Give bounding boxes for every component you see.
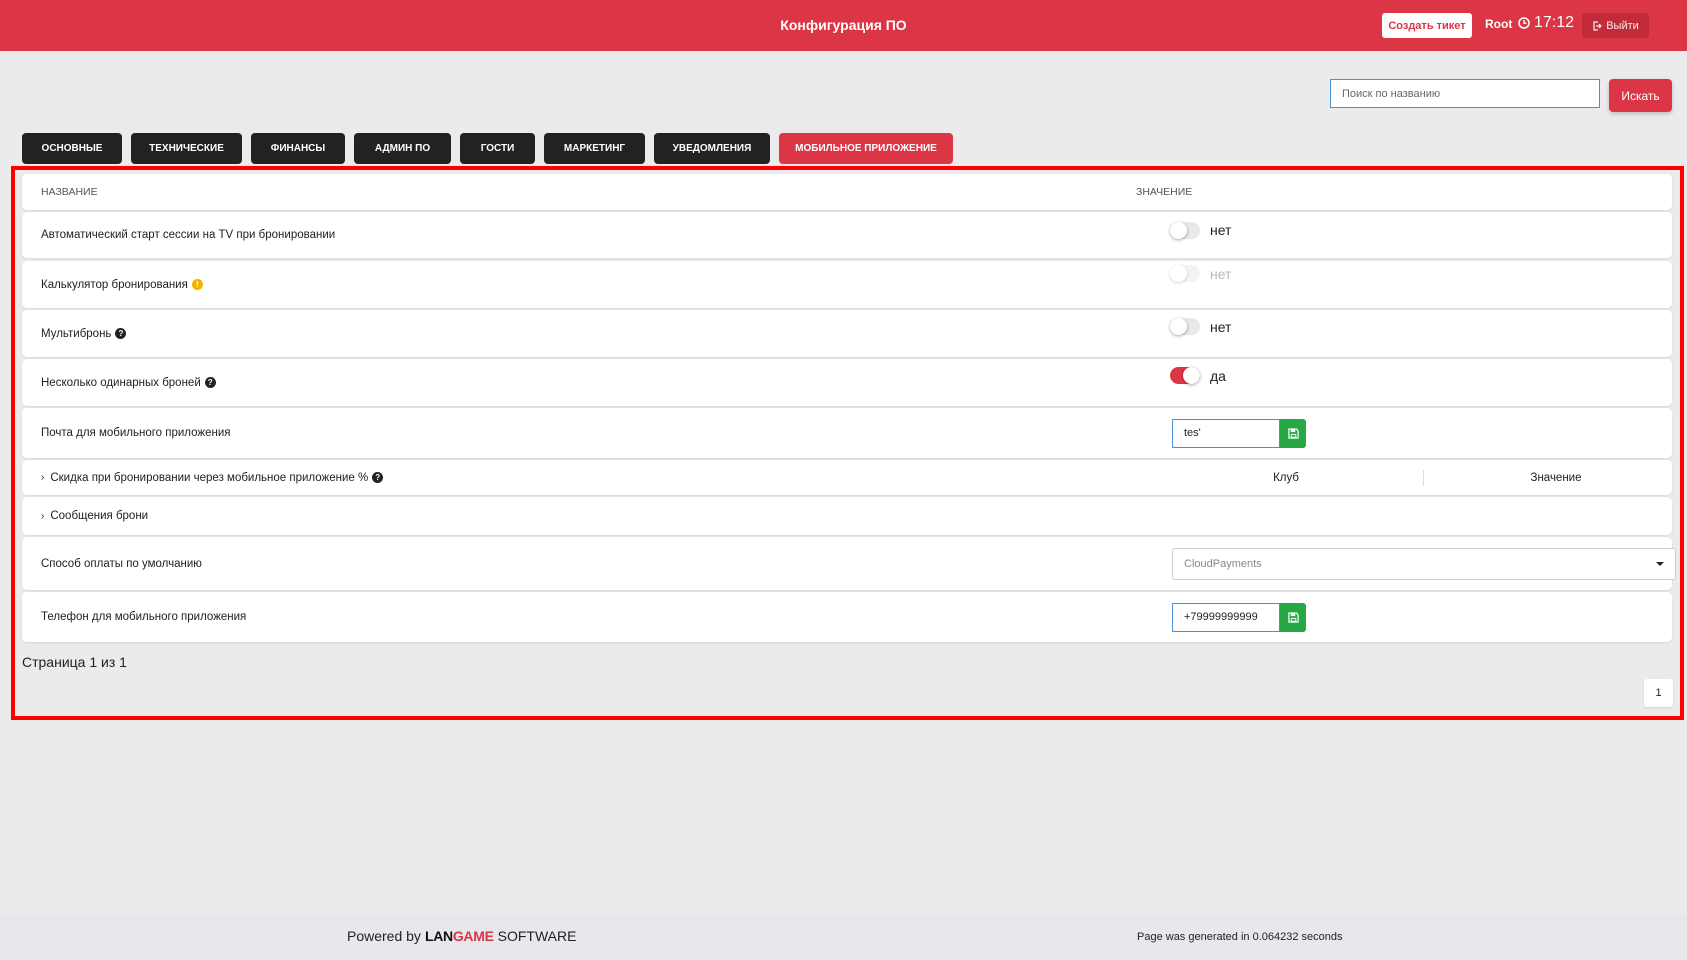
payment-method-select[interactable]: CloudPayments [1172,547,1676,580]
page-button-1[interactable]: 1 [1644,679,1673,707]
setting-name: Калькулятор бронирования ! [41,261,203,308]
logout-label: Выйти [1606,19,1639,32]
table-row: Автоматический старт сессии на TV при бр… [22,212,1672,258]
setting-label: Мультибронь [41,327,112,340]
save-icon [1287,427,1299,439]
col-header-name: Название [41,186,98,198]
setting-name: Несколько одинарных броней ? [41,359,216,406]
multi-booking-toggle[interactable] [1170,318,1200,335]
save-email-button[interactable] [1280,418,1306,448]
toggle-value: нет [1210,265,1232,282]
search-input[interactable] [1330,79,1600,108]
setting-label: Несколько одинарных броней [41,376,201,389]
clock: 17:12 [1518,14,1574,32]
tab-mobile-app[interactable]: Мобильное приложение [779,133,953,164]
selected-value: CloudPayments [1184,557,1262,570]
save-phone-button[interactable] [1280,602,1306,632]
tab-finance[interactable]: Финансы [251,133,345,164]
setting-name: › Сообщения брони [41,497,148,535]
table-row[interactable]: › Скидка при бронировании через мобильно… [22,460,1672,495]
col-header-value: Значение [1136,186,1193,198]
current-user: Root [1485,17,1513,31]
setting-name: Способ оплаты по умолчанию [41,557,202,570]
setting-name: Почта для мобильного приложения [41,427,231,439]
table-row: Мультибронь ? нет [22,310,1672,357]
table-row: Телефон для мобильного приложения [22,592,1672,642]
setting-label: Калькулятор бронирования [41,278,188,291]
tab-notifications[interactable]: Уведомления [654,133,770,164]
table-row: Способ оплаты по умолчанию CloudPayments [22,537,1676,590]
tab-basic[interactable]: Основные [22,133,122,164]
mobile-phone-input[interactable] [1172,602,1280,632]
discount-subheaders: Клуб Значение [1149,460,1687,495]
config-tabs: Основные Технические Финансы Админ ПО Го… [22,133,953,164]
table-row: Несколько одинарных броней ? да [22,359,1672,406]
clock-time: 17:12 [1534,14,1575,31]
save-icon [1287,611,1299,623]
question-icon[interactable]: ? [204,377,216,388]
tab-admin[interactable]: Админ ПО [354,133,451,164]
setting-label: Скидка при бронировании через мобильное … [50,471,369,484]
tab-guests[interactable]: Гости [460,133,535,164]
table-row[interactable]: › Сообщения брони [22,497,1672,535]
clock-icon [1518,17,1530,29]
brand-suffix: SOFTWARE [497,928,577,944]
subheader-club: Клуб [1273,471,1299,484]
toggle-value: да [1210,367,1226,384]
sign-out-icon [1593,20,1603,31]
question-icon[interactable]: ? [372,472,384,483]
mobile-email-input[interactable] [1172,418,1280,448]
booking-calculator-toggle [1170,265,1200,282]
tv-autostart-toggle[interactable] [1170,221,1200,239]
generation-time: Page was generated in 0.064232 seconds [1137,931,1343,943]
top-bar: Конфигурация ПО Создать тикет Root 17:12… [0,0,1687,51]
pagination-info: Страница 1 из 1 [22,654,127,670]
setting-name: Телефон для мобильного приложения [41,611,247,623]
brand-logo: LANGAME [424,928,494,944]
toggle-value: нет [1210,318,1232,335]
search-button[interactable]: Искать [1609,79,1672,112]
table-row: Калькулятор бронирования ! нет [22,261,1672,308]
multiple-single-bookings-toggle[interactable] [1170,367,1200,384]
setting-label: Сообщения брони [50,510,149,522]
tab-marketing[interactable]: Маркетинг [544,133,645,164]
powered-by: Powered by LANGAME SOFTWARE [347,928,576,944]
logout-button[interactable]: Выйти [1582,13,1649,38]
subheader-value: Значение [1530,471,1582,484]
table-header: Название Значение [22,174,1672,210]
chevron-right-icon: › [41,472,45,483]
question-icon[interactable]: ? [115,328,127,339]
info-icon[interactable]: ! [191,279,203,290]
create-ticket-button[interactable]: Создать тикет [1382,13,1472,38]
setting-name: › Скидка при бронировании через мобильно… [41,460,384,495]
caret-down-icon [1656,561,1664,566]
table-row: Почта для мобильного приложения [22,408,1672,458]
powered-by-text: Powered by [347,928,421,944]
toggle-value: нет [1210,222,1232,238]
setting-name: Мультибронь ? [41,310,127,357]
setting-name: Автоматический старт сессии на TV при бр… [41,229,336,241]
footer [0,914,1687,960]
tab-technical[interactable]: Технические [131,133,242,164]
chevron-right-icon: › [41,510,45,522]
